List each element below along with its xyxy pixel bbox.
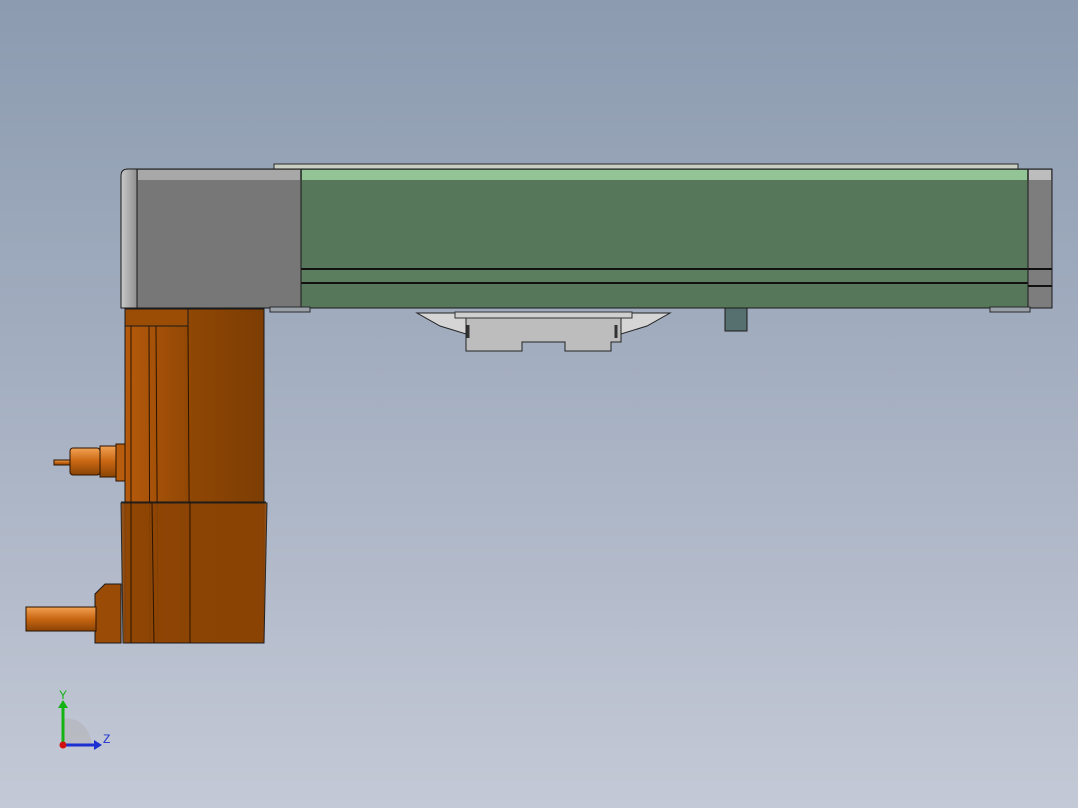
actuator-groove-band — [302, 270, 1027, 282]
actuator-right-end-cap[interactable] — [1027, 168, 1053, 309]
triad-label-y: Y — [59, 688, 68, 702]
actuator-green-highlight — [302, 170, 1027, 180]
connector-base — [115, 443, 126, 482]
actuator-left-end-cap[interactable] — [120, 168, 138, 309]
actuator-green-extrusion[interactable] — [300, 168, 1029, 309]
actuator-right-cap-highlight — [1029, 170, 1051, 180]
coordinate-triad — [58, 700, 102, 750]
triad-x-axis-dot — [59, 741, 67, 749]
actuator-left-block-top — [138, 170, 300, 180]
triad-plane-indicator — [63, 718, 92, 745]
cad-model-scene[interactable] — [0, 0, 1078, 808]
carriage[interactable] — [415, 311, 672, 352]
motor-flange — [124, 308, 189, 327]
connector-fitting[interactable] — [53, 443, 126, 482]
triad-z-arrow — [94, 740, 102, 750]
actuator-top-strip — [273, 163, 1019, 170]
motor-lower-section — [120, 502, 268, 644]
motor-assembly[interactable] — [25, 308, 268, 644]
motor-output-shaft[interactable] — [25, 606, 97, 632]
connector-body — [69, 447, 101, 476]
foot-left — [269, 306, 311, 313]
sensor-block[interactable] — [724, 307, 748, 332]
connector-nut — [99, 445, 117, 478]
carriage-top-plate — [454, 311, 633, 319]
foot-right — [989, 306, 1031, 313]
actuator-left-end-block[interactable] — [136, 168, 302, 309]
linear-actuator[interactable] — [120, 163, 1053, 332]
cad-viewport[interactable]: Y Z — [0, 0, 1078, 808]
triad-label-z: Z — [103, 732, 111, 746]
connector-pin — [53, 459, 73, 466]
motor-bottom-bump — [94, 583, 122, 644]
